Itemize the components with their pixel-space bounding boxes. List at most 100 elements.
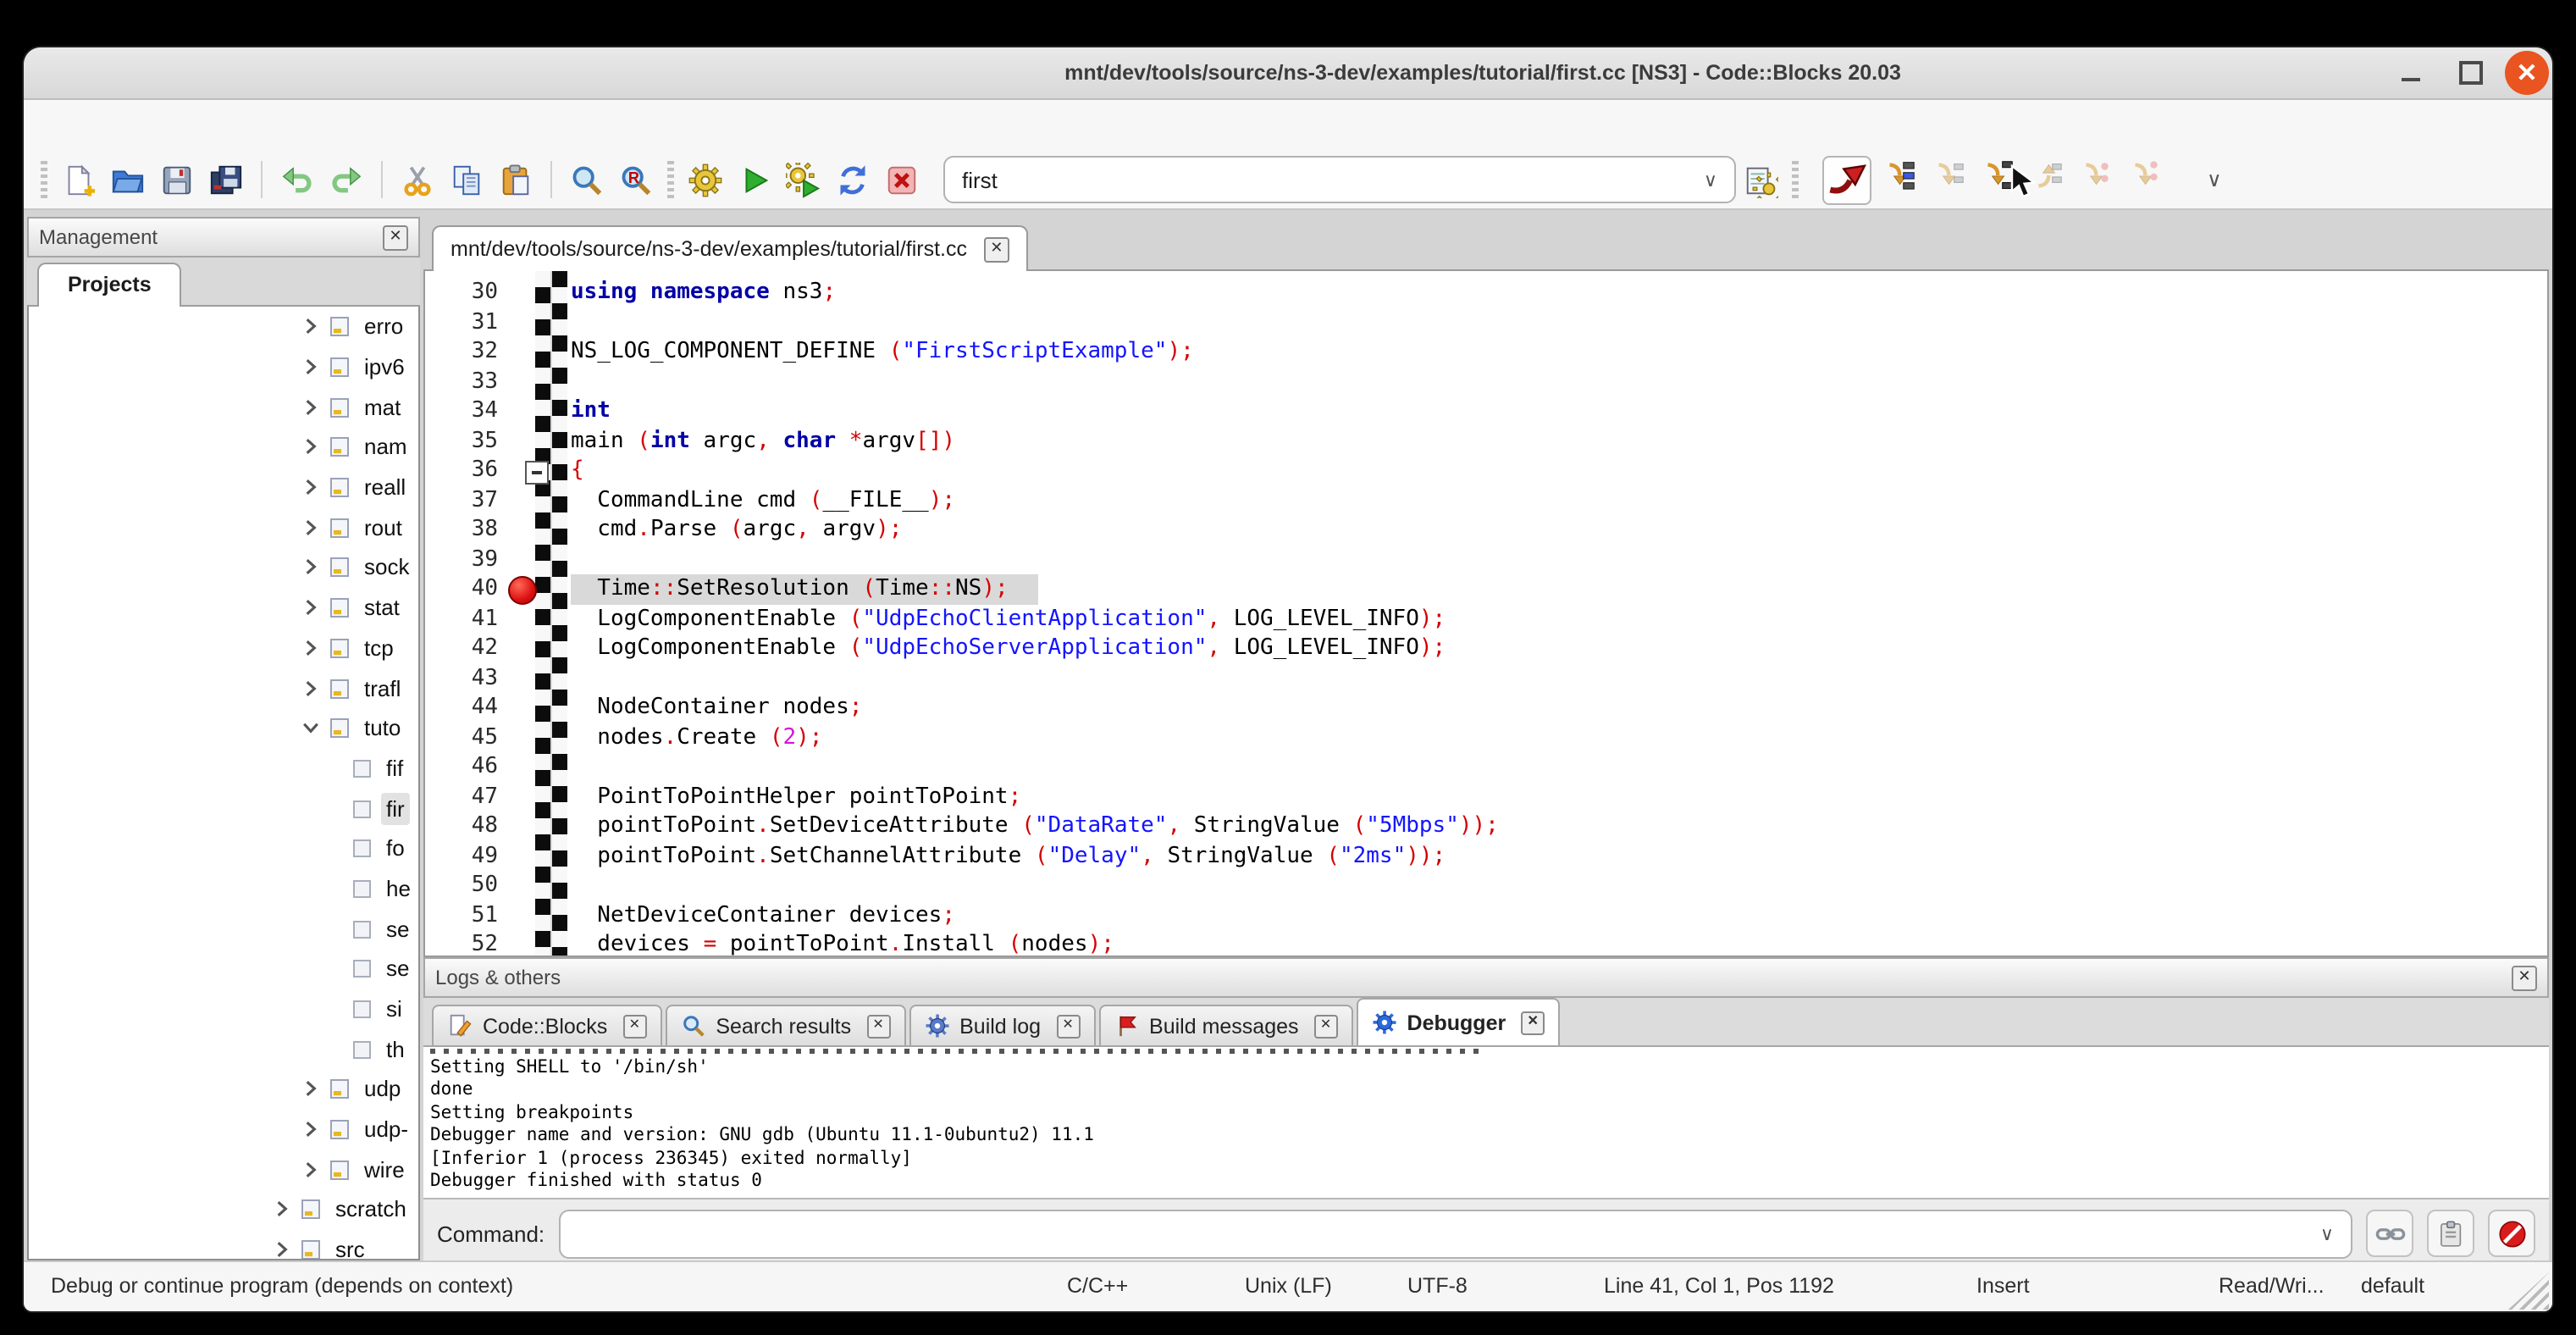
toolbar-grip[interactable] bbox=[41, 161, 47, 198]
code-line-30[interactable]: 30using namespace ns3; bbox=[425, 278, 2547, 307]
code-line-37[interactable]: 37 CommandLine cmd (__FILE__); bbox=[425, 485, 2547, 515]
line-number[interactable]: 31 bbox=[425, 307, 498, 337]
tree-item-trafl[interactable]: trafl bbox=[29, 668, 418, 707]
titlebar[interactable]: mnt/dev/tools/source/ns-3-dev/examples/t… bbox=[24, 47, 2552, 100]
line-number[interactable]: 32 bbox=[425, 337, 498, 367]
chevron-right-icon[interactable] bbox=[300, 316, 322, 338]
chevron-right-icon[interactable] bbox=[271, 1199, 293, 1221]
log-tab-close-button[interactable]: ✕ bbox=[866, 1014, 890, 1038]
copy-log-button[interactable] bbox=[2427, 1210, 2474, 1257]
tree-item-udp-[interactable]: udp- bbox=[29, 1110, 418, 1149]
code-line-40[interactable]: 40 Time::SetResolution (Time::NS); bbox=[425, 574, 2547, 604]
line-number[interactable]: 47 bbox=[425, 782, 498, 812]
tab-search-results[interactable]: Search results✕ bbox=[665, 1005, 905, 1045]
resize-grip[interactable] bbox=[2508, 1272, 2549, 1310]
undo-button[interactable] bbox=[277, 159, 318, 200]
rebuild-button[interactable] bbox=[832, 159, 873, 200]
tree-item-src[interactable]: src bbox=[29, 1230, 418, 1260]
tree-item-stat[interactable]: stat bbox=[29, 588, 418, 628]
line-number[interactable]: 40 bbox=[425, 574, 498, 604]
abort-button[interactable] bbox=[882, 159, 922, 200]
tree-item-sock[interactable]: sock bbox=[29, 547, 418, 587]
tree-item-wire[interactable]: wire bbox=[29, 1149, 418, 1189]
build-target-select[interactable]: first ∨ bbox=[943, 156, 1736, 203]
code-line-44[interactable]: 44 NodeContainer nodes; bbox=[425, 693, 2547, 723]
line-number[interactable]: 42 bbox=[425, 634, 498, 663]
debug-continue-button[interactable] bbox=[1822, 155, 1871, 204]
chevron-down-icon[interactable] bbox=[300, 717, 322, 739]
debugger-log-output[interactable]: Setting SHELL to '/bin/sh'doneSetting br… bbox=[423, 1047, 2549, 1199]
code-line-34[interactable]: 34int bbox=[425, 396, 2547, 426]
chevron-right-icon[interactable] bbox=[300, 517, 322, 539]
code-line-35[interactable]: 35main (int argc, char *argv[]) bbox=[425, 426, 2547, 456]
tree-item-scratch[interactable]: scratch bbox=[29, 1189, 418, 1229]
chevron-right-icon[interactable] bbox=[300, 436, 322, 458]
code-line-45[interactable]: 45 nodes.Create (2); bbox=[425, 723, 2547, 752]
next-instruction-button[interactable] bbox=[2076, 155, 2116, 196]
open-folder-button[interactable] bbox=[108, 159, 148, 200]
chevron-right-icon[interactable] bbox=[300, 1078, 322, 1100]
attach-button[interactable] bbox=[2366, 1210, 2413, 1257]
line-number[interactable]: 36 bbox=[425, 456, 498, 485]
stop-debugger-button[interactable] bbox=[2488, 1210, 2535, 1257]
find-button[interactable] bbox=[567, 159, 607, 200]
line-number[interactable]: 50 bbox=[425, 871, 498, 900]
chevron-right-icon[interactable] bbox=[300, 1118, 322, 1140]
chevron-right-icon[interactable] bbox=[300, 396, 322, 418]
chevron-right-icon[interactable] bbox=[300, 596, 322, 618]
toolbar-grip[interactable] bbox=[667, 161, 674, 198]
step-out-button[interactable] bbox=[2026, 155, 2067, 196]
line-number[interactable]: 46 bbox=[425, 752, 498, 782]
code-line-38[interactable]: 38 cmd.Parse (argc, argv); bbox=[425, 515, 2547, 545]
chevron-right-icon[interactable] bbox=[300, 677, 322, 699]
tree-item-si[interactable]: si bbox=[29, 989, 418, 1028]
fold-collapse-marker[interactable] bbox=[525, 461, 549, 485]
line-number[interactable]: 51 bbox=[425, 900, 498, 930]
toolbar-overflow-button[interactable]: ∨ bbox=[2207, 168, 2222, 191]
line-number[interactable]: 45 bbox=[425, 723, 498, 752]
line-number[interactable]: 33 bbox=[425, 367, 498, 396]
tree-item-reall[interactable]: reall bbox=[29, 468, 418, 507]
logs-close-button[interactable]: ✕ bbox=[2512, 965, 2537, 990]
breakpoint-marker[interactable] bbox=[508, 576, 537, 605]
log-tab-close-button[interactable]: ✕ bbox=[1314, 1014, 1338, 1038]
build-button[interactable] bbox=[685, 159, 726, 200]
maximize-button[interactable] bbox=[2452, 54, 2490, 91]
chevron-right-icon[interactable] bbox=[300, 557, 322, 579]
chevron-right-icon[interactable] bbox=[300, 1159, 322, 1181]
tab-debugger[interactable]: Debugger✕ bbox=[1357, 998, 1561, 1045]
build-run-button[interactable] bbox=[783, 159, 824, 200]
code-line-51[interactable]: 51 NetDeviceContainer devices; bbox=[425, 900, 2547, 930]
close-button[interactable]: ✕ bbox=[2505, 51, 2549, 95]
management-close-button[interactable]: ✕ bbox=[383, 224, 408, 250]
line-number[interactable]: 35 bbox=[425, 426, 498, 456]
minimize-button[interactable] bbox=[2391, 54, 2429, 91]
chevron-right-icon[interactable] bbox=[300, 637, 322, 659]
command-input[interactable]: ∨ bbox=[558, 1209, 2352, 1258]
tree-item-fif[interactable]: fif bbox=[29, 748, 418, 788]
project-tree[interactable]: erroipv6matnamreallroutsockstattcptraflt… bbox=[27, 307, 420, 1260]
new-file-button[interactable] bbox=[58, 159, 99, 200]
code-line-36[interactable]: 36{ bbox=[425, 456, 2547, 485]
code-line-41[interactable]: 41 LogComponentEnable ("UdpEchoClientApp… bbox=[425, 604, 2547, 634]
line-number[interactable]: 30 bbox=[425, 278, 498, 307]
code-line-42[interactable]: 42 LogComponentEnable ("UdpEchoServerApp… bbox=[425, 634, 2547, 663]
tree-item-he[interactable]: he bbox=[29, 868, 418, 908]
code-line-47[interactable]: 47 PointToPointHelper pointToPoint; bbox=[425, 782, 2547, 812]
tree-item-nam[interactable]: nam bbox=[29, 427, 418, 467]
code-line-32[interactable]: 32NS_LOG_COMPONENT_DEFINE ("FirstScriptE… bbox=[425, 337, 2547, 367]
log-tab-close-button[interactable]: ✕ bbox=[1521, 1011, 1545, 1034]
tree-item-erro[interactable]: erro bbox=[29, 307, 418, 346]
log-tab-close-button[interactable]: ✕ bbox=[1056, 1014, 1080, 1038]
run-button[interactable] bbox=[734, 159, 775, 200]
tab-code-blocks[interactable]: Code::Blocks✕ bbox=[432, 1005, 661, 1045]
tree-item-tcp[interactable]: tcp bbox=[29, 628, 418, 668]
tree-item-ipv6[interactable]: ipv6 bbox=[29, 346, 418, 386]
chevron-right-icon[interactable] bbox=[300, 356, 322, 378]
paste-button[interactable] bbox=[495, 159, 536, 200]
editor-content[interactable]: 30using namespace ns3;3132NS_LOG_COMPONE… bbox=[423, 271, 2549, 957]
editor-tab[interactable]: mnt/dev/tools/source/ns-3-dev/examples/t… bbox=[432, 225, 1028, 271]
code-line-39[interactable]: 39 bbox=[425, 545, 2547, 574]
cut-button[interactable] bbox=[397, 159, 438, 200]
code-line-31[interactable]: 31 bbox=[425, 307, 2547, 337]
